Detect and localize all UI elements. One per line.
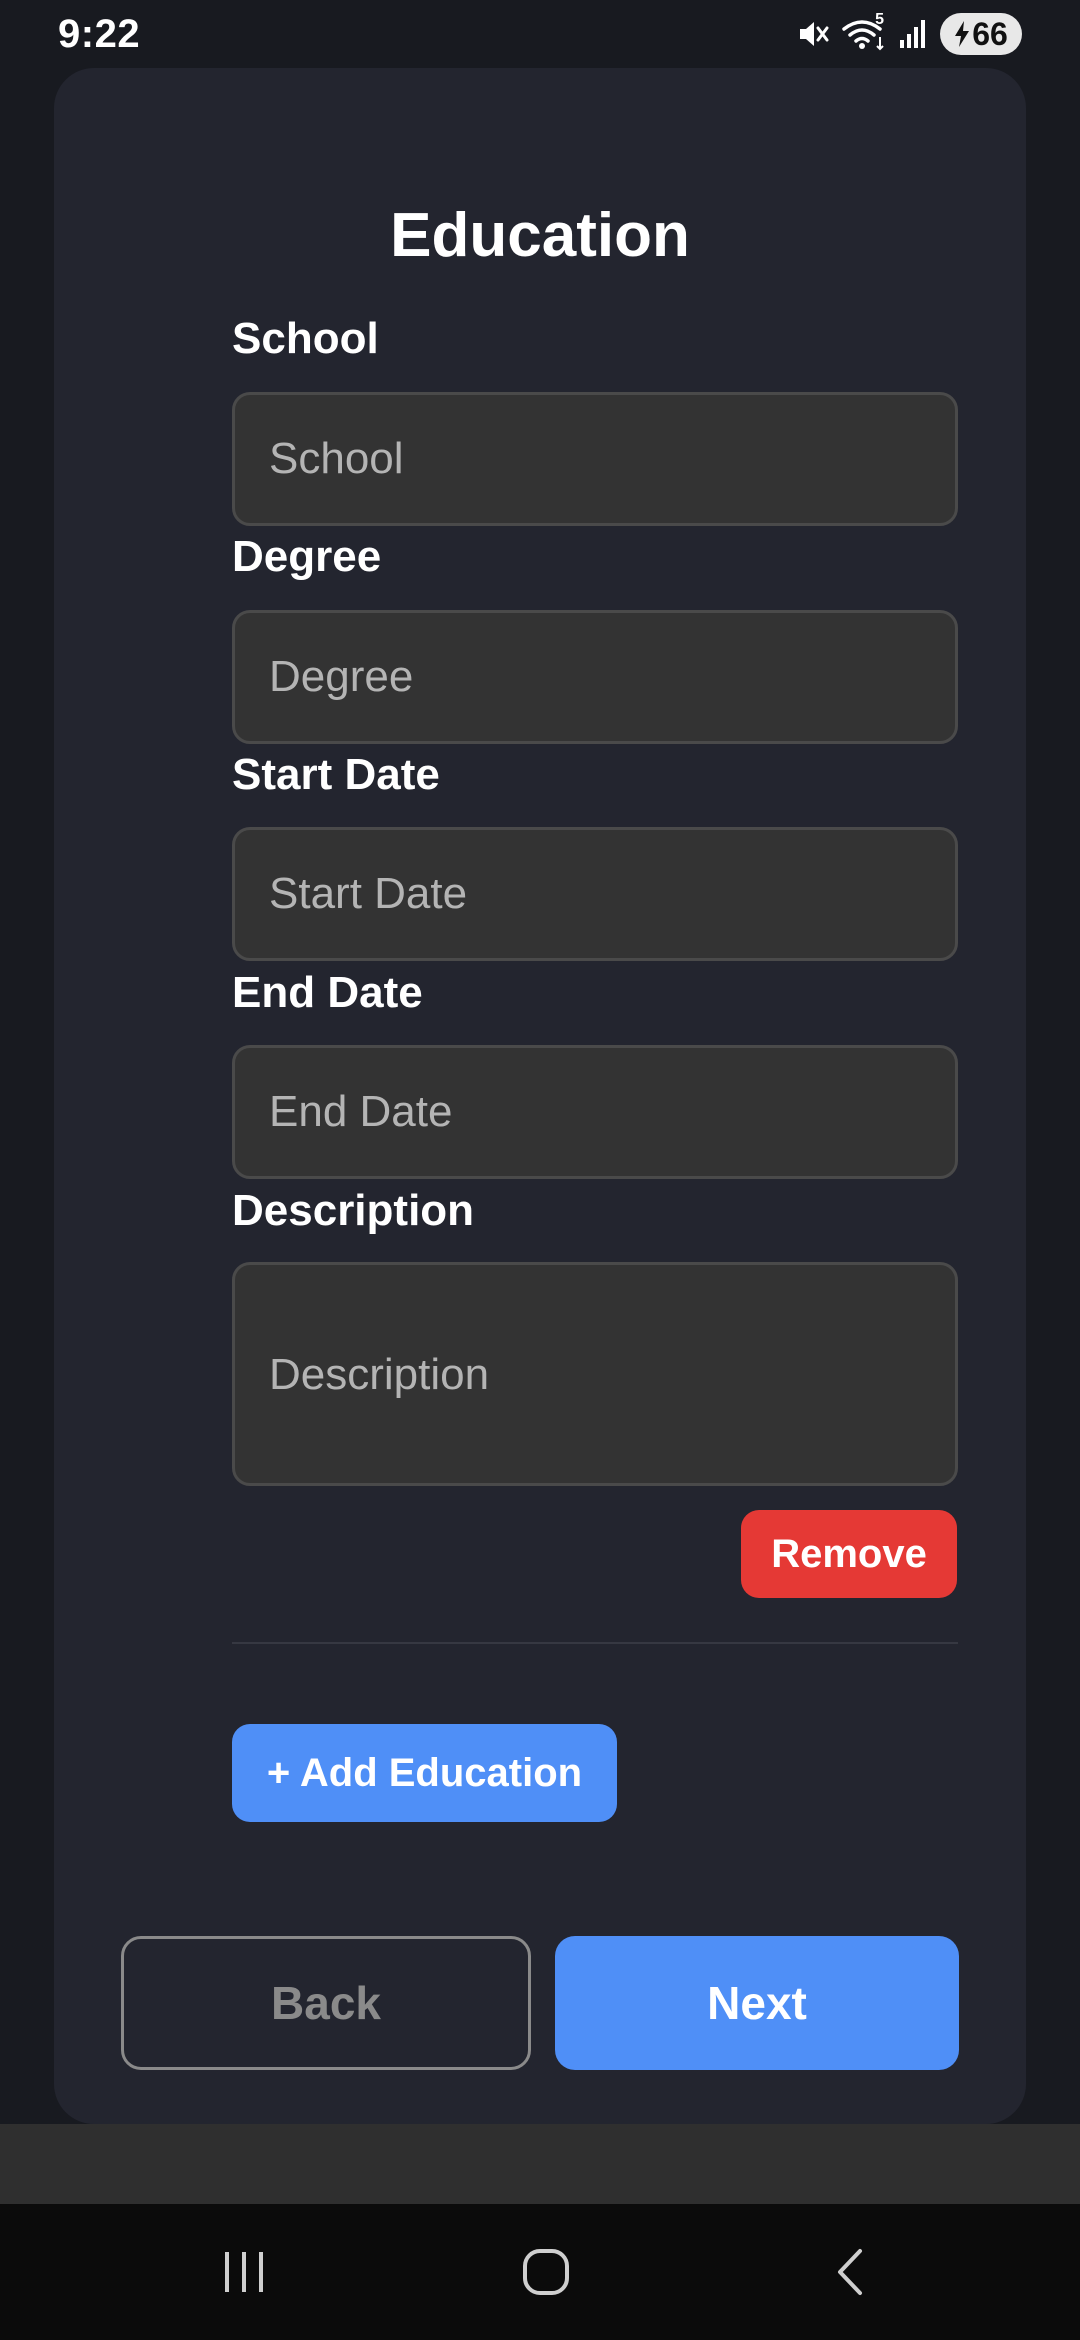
degree-label: Degree	[232, 532, 382, 581]
start-date-input[interactable]	[232, 827, 958, 961]
battery-charging-icon	[954, 21, 970, 47]
battery-indicator: 66	[940, 13, 1022, 55]
back-button[interactable]: Back	[121, 1936, 531, 2070]
next-button[interactable]: Next	[555, 1936, 959, 2070]
education-card: Education School Degree Start Date End D…	[54, 68, 1026, 2124]
bottom-strip	[0, 2124, 1080, 2204]
divider	[232, 1642, 958, 1644]
home-icon[interactable]	[486, 2234, 606, 2310]
school-label: School	[232, 314, 379, 363]
add-education-button[interactable]: + Add Education	[232, 1724, 617, 1822]
description-input[interactable]	[232, 1262, 958, 1486]
navigation-bar	[0, 2204, 1080, 2340]
recent-apps-icon[interactable]	[184, 2234, 304, 2310]
end-date-label: End Date	[232, 968, 423, 1017]
wifi-badge: 5	[875, 11, 884, 28]
start-date-label: Start Date	[232, 750, 440, 799]
battery-level: 66	[972, 15, 1008, 52]
description-label: Description	[232, 1186, 475, 1235]
end-date-input[interactable]	[232, 1045, 958, 1179]
remove-button[interactable]: Remove	[741, 1510, 957, 1598]
mute-icon	[796, 17, 830, 51]
signal-icon	[898, 18, 928, 50]
status-bar: 9:22 5 66	[0, 0, 1080, 68]
school-input[interactable]	[232, 392, 958, 526]
wifi-icon: 5	[842, 11, 886, 51]
page-title: Education	[390, 201, 690, 270]
status-time: 9:22	[58, 11, 141, 56]
degree-input[interactable]	[232, 610, 958, 744]
status-icons: 5 66	[796, 11, 1022, 55]
back-icon[interactable]	[790, 2234, 910, 2310]
